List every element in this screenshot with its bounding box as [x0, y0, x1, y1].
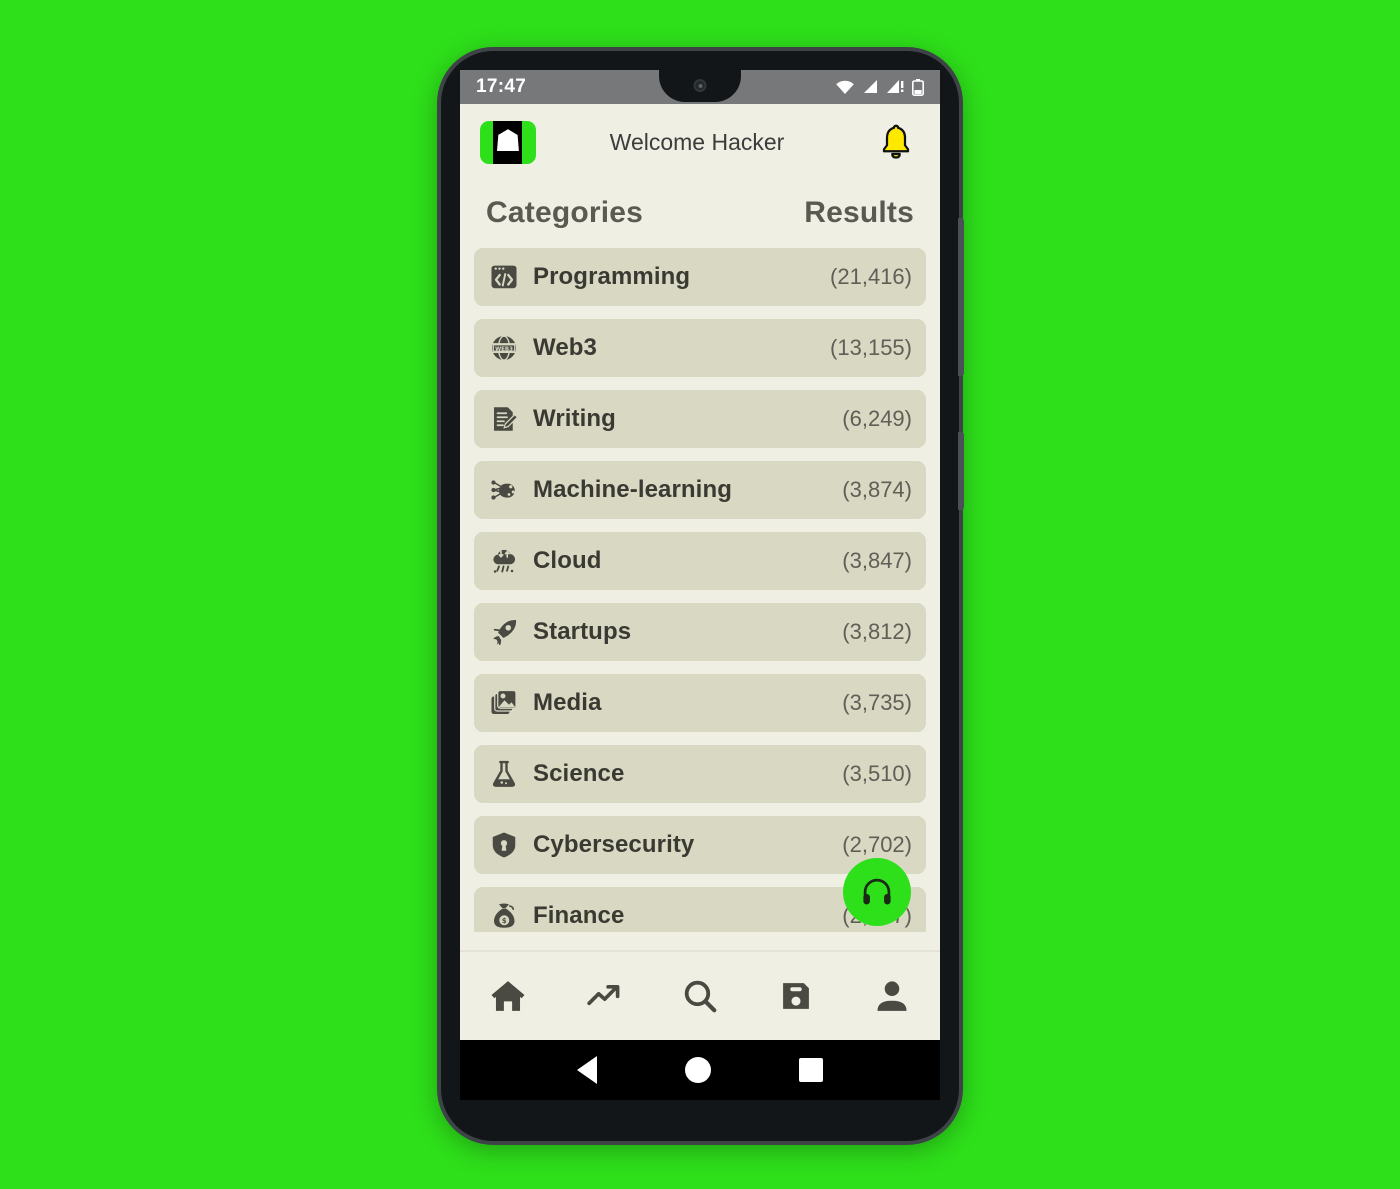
category-row[interactable]: Writing (6,249): [474, 390, 926, 448]
floppy-disk-icon: [783, 983, 809, 1009]
category-count: (13,155): [830, 335, 912, 360]
category-row[interactable]: Media (3,735): [474, 674, 926, 732]
photo-stack-icon: [488, 687, 520, 719]
money-bag-icon: $: [488, 900, 520, 932]
nav-search[interactable]: [671, 967, 729, 1025]
camera-notch: [659, 70, 741, 102]
neural-network-icon: [488, 474, 520, 506]
nav-saved[interactable]: [767, 967, 825, 1025]
home-icon: [491, 981, 525, 1011]
volume-button[interactable]: [958, 218, 964, 376]
category-count: (21,416): [830, 264, 912, 289]
web3-globe-icon: WEB3: [488, 332, 520, 364]
category-label: Finance: [533, 902, 625, 929]
category-row[interactable]: Startups (3,812): [474, 603, 926, 661]
bottom-navigation-bar: [460, 950, 940, 1040]
page-title: Welcome Hacker: [609, 128, 785, 155]
status-clock: 17:47: [476, 76, 527, 97]
category-label: Programming: [533, 263, 691, 290]
category-label: Web3: [533, 334, 597, 361]
notification-bell-icon: [882, 124, 910, 159]
search-icon: [684, 980, 717, 1013]
trending-up-icon: [587, 984, 620, 1006]
code-window-icon: [488, 261, 520, 293]
front-camera-icon: [693, 79, 707, 92]
square-recents-icon: [799, 1058, 823, 1082]
rocket-icon: [488, 616, 520, 648]
category-count: (3,510): [842, 761, 912, 786]
nav-trending[interactable]: [575, 967, 633, 1025]
shield-lock-icon: [488, 829, 520, 861]
results-header-label: Results: [804, 196, 914, 229]
nav-home[interactable]: [479, 967, 537, 1025]
wifi-icon: [836, 80, 854, 94]
logo-glyph: ☗: [494, 124, 522, 159]
category-row[interactable]: WEB3 Web3 (13,155): [474, 319, 926, 377]
system-home-button[interactable]: [685, 1057, 711, 1083]
list-header: Categories Results: [460, 180, 940, 248]
svg-text:WEB3: WEB3: [495, 346, 513, 352]
category-count: (3,735): [842, 690, 912, 715]
system-back-button[interactable]: [577, 1056, 597, 1084]
person-icon: [877, 981, 907, 1011]
category-row[interactable]: Cloud (3,847): [474, 532, 926, 590]
svg-text:$: $: [502, 917, 507, 925]
category-count: (3,874): [842, 477, 912, 502]
document-pencil-icon: [488, 403, 520, 435]
android-system-nav: [460, 1040, 940, 1100]
categories-header-label: Categories: [486, 196, 644, 229]
category-row[interactable]: Science (3,510): [474, 745, 926, 803]
circle-home-icon: [685, 1057, 711, 1083]
nav-profile[interactable]: [863, 967, 921, 1025]
system-recents-button[interactable]: [799, 1058, 823, 1082]
battery-icon: [912, 78, 924, 96]
cloud-icon: [488, 545, 520, 577]
signal-icon: [864, 80, 877, 93]
category-label: Startups: [533, 618, 632, 645]
category-label: Science: [533, 760, 625, 787]
audio-player-fab[interactable]: [843, 858, 911, 926]
category-count: (3,847): [842, 548, 912, 573]
triangle-back-icon: [577, 1056, 597, 1084]
status-bar: 17:47: [460, 70, 940, 104]
category-label: Media: [533, 689, 602, 716]
category-label: Cloud: [533, 547, 602, 574]
notification-bell-button[interactable]: [872, 118, 920, 166]
status-icons: [835, 78, 924, 96]
signal-alert-icon: [887, 80, 904, 93]
hackernoon-logo[interactable]: ☗: [480, 120, 536, 164]
category-label: Writing: [533, 405, 616, 432]
category-count: (2,702): [842, 832, 912, 857]
category-count: (3,812): [842, 619, 912, 644]
app-bar: ☗ Welcome Hacker: [460, 104, 940, 180]
phone-screen: 17:47 ☗ Welcome Hacker Categories Result…: [460, 70, 940, 1040]
category-row[interactable]: Programming (21,416): [474, 248, 926, 306]
power-button[interactable]: [958, 432, 964, 510]
category-label: Machine-learning: [533, 476, 732, 503]
headphones-icon: [863, 878, 891, 905]
category-list[interactable]: Programming (21,416) WEB3 Web3 (13,155) Writi…: [460, 248, 940, 932]
category-label: Cybersecurity: [533, 831, 695, 858]
category-count: (6,249): [842, 406, 912, 431]
flask-icon: [488, 758, 520, 790]
category-row[interactable]: Machine-learning (3,874): [474, 461, 926, 519]
